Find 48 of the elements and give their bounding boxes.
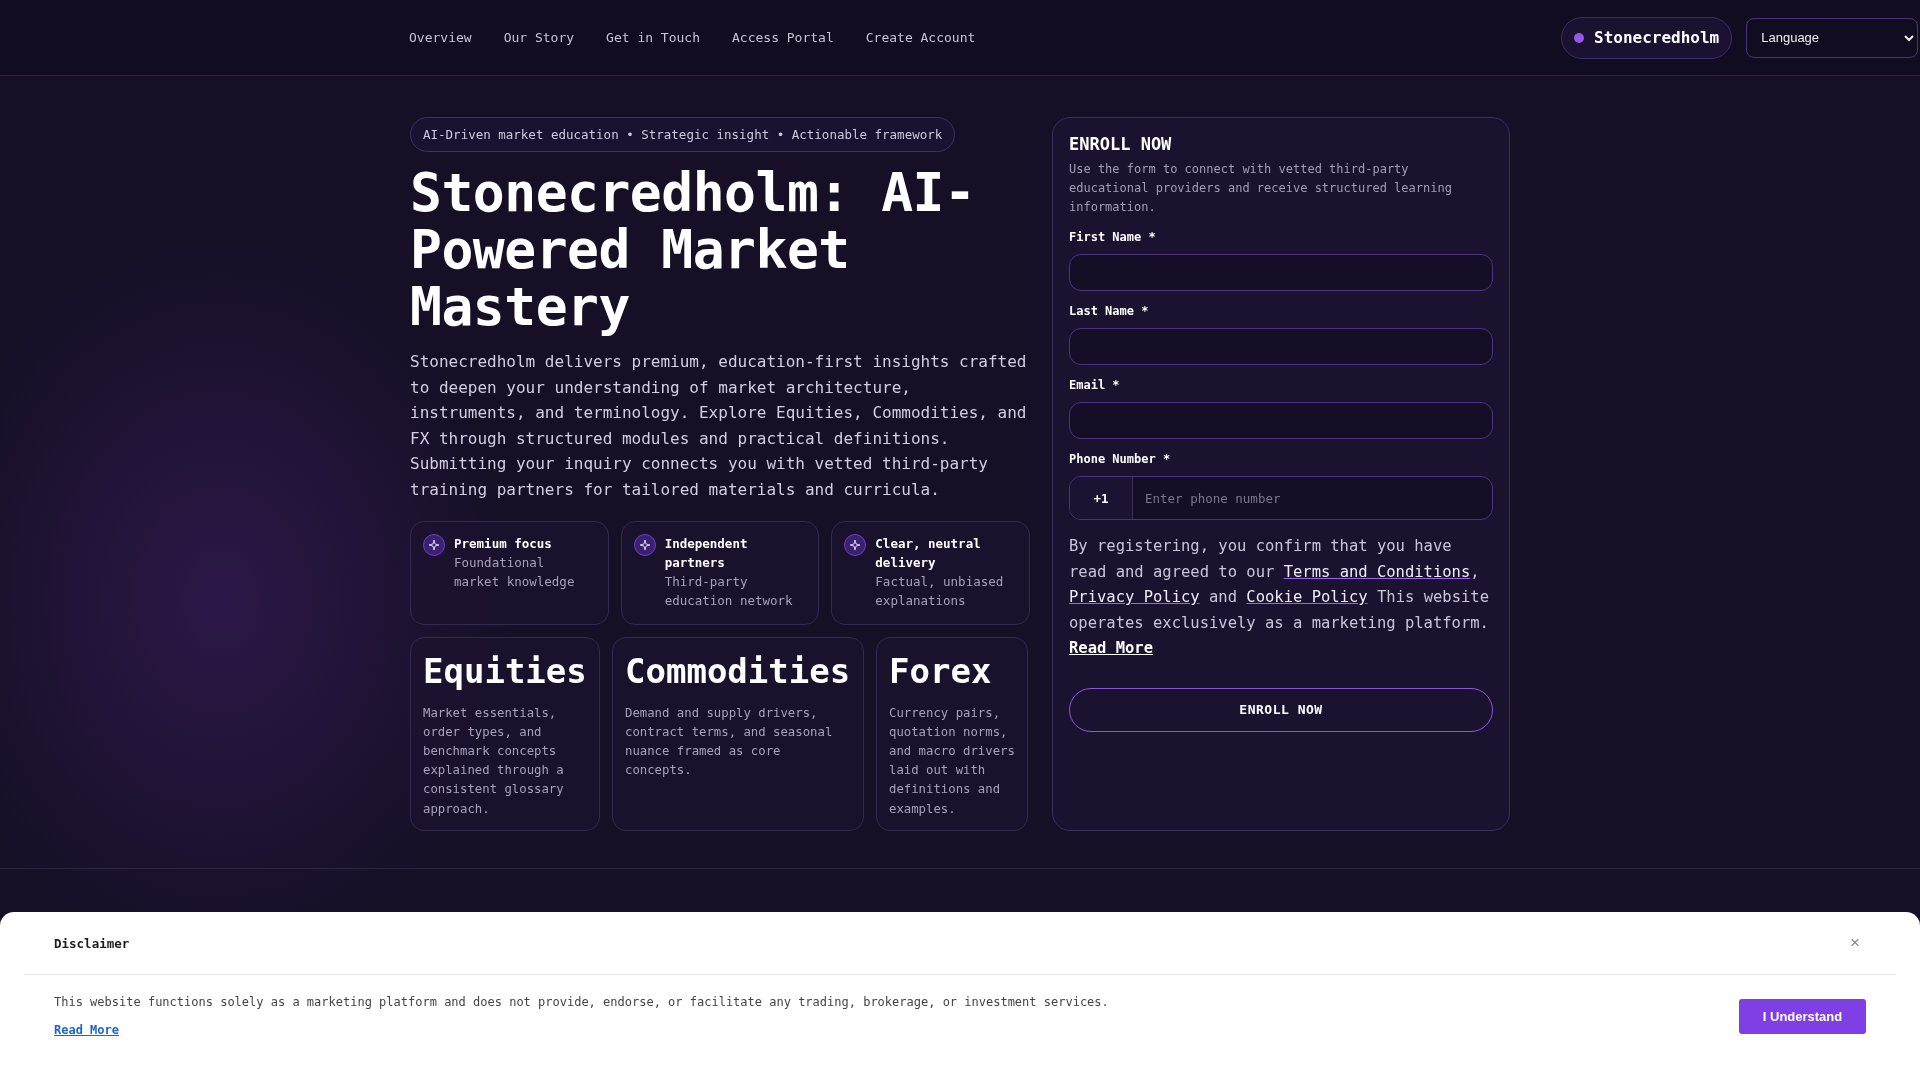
consent-text: By registering, you confirm that you have read and agreed to our Terms and Conditions, Privacy Policy and Cookie Policy This website operates exclusively as a marketing platform. Read More: [1069, 536, 1490, 660]
read-more-link[interactable]: Read More: [54, 1023, 120, 1037]
market-title: Equities: [423, 649, 587, 692]
policy-link[interactable]: Cookie Policy: [1246, 588, 1368, 607]
feature-text: Third-party education network: [664, 572, 794, 610]
field-label: Last Name *: [1069, 304, 1150, 318]
hero-title: Stonecredholm: AI-Powered Market Mastery: [410, 164, 977, 335]
sparkle-icon: [423, 533, 445, 556]
nav-link[interactable]: Create Account: [865, 30, 976, 45]
hero-intro: Stonecredholm delivers premium, education-first insights crafted to deepen your understanding of market architecture, instruments, and terminology. Explore Equities, Commodities, and FX through structured modules and practical definitions. Submitting your inquiry connects you with vetted third-party training partners for tailored materials and curricula.: [410, 351, 1028, 501]
nav-link[interactable]: Overview: [409, 30, 472, 45]
disclaimer-title: Disclaimer: [54, 935, 130, 951]
text-input-field[interactable]: [1069, 328, 1493, 365]
field-label: First Name *: [1069, 230, 1157, 244]
policy-link[interactable]: Terms and Conditions: [1283, 562, 1471, 581]
language-select[interactable]: Language: [1746, 17, 1919, 58]
sparkle-icon: [633, 533, 656, 556]
market-title: Commodities: [625, 649, 851, 692]
sparkle-icon: [844, 533, 867, 556]
market-text: Market essentials, order types, and benchmark concepts explained through a consistent glossary approach.: [423, 704, 565, 818]
understand-button[interactable]: I Understand: [1739, 999, 1866, 1034]
nav-link[interactable]: Our Story: [503, 30, 575, 45]
field-label: Phone Number *: [1069, 452, 1172, 466]
market-text: Demand and supply drivers, contract terms, and seasonal nuance framed as core concepts.: [625, 704, 834, 780]
text-input-field[interactable]: [1069, 254, 1493, 291]
form-subtitle: Use the form to connect with vetted third-party educational providers and receive structured learning information.: [1069, 161, 1453, 216]
form-title: ENROLL NOW: [1069, 134, 1173, 154]
text-input-field[interactable]: [1069, 402, 1493, 439]
feature-title: Premium focus: [454, 534, 553, 553]
brand-logo[interactable]: Stonecredholm: [1561, 16, 1733, 59]
brand-dot-icon: [1574, 32, 1584, 43]
tagline-pill: AI-Driven market education • Strategic insight • Actionable framework: [410, 117, 956, 152]
market-text: Currency pairs, quotation norms, and macro drivers laid out with definitions and examples.: [889, 704, 1015, 818]
policy-link[interactable]: Privacy Policy: [1069, 588, 1200, 607]
feature-title: Independent partners: [664, 534, 749, 572]
feature-text: Factual, unbiased explanations: [875, 572, 1005, 610]
field-label: Email *: [1069, 378, 1121, 392]
feature-text: Foundational market knowledge: [454, 553, 576, 591]
nav-link[interactable]: Access Portal: [732, 30, 834, 45]
feature-title: Clear, neutral delivery: [875, 534, 982, 572]
nav-link[interactable]: Get in Touch: [606, 30, 700, 45]
market-title: Forex: [889, 649, 993, 692]
close-button[interactable]: ×: [1844, 932, 1866, 954]
read-more-link[interactable]: Read More: [1069, 639, 1153, 658]
phone-input-field[interactable]: +1 Enter phone number: [1069, 476, 1493, 520]
country-code[interactable]: +1: [1070, 477, 1133, 519]
disclaimer-text: This website functions solely as a marketing platform and does not provide, endorse, or facilitate any trading, brokerage, or investment services.: [54, 995, 1109, 1009]
brand-name: Stonecredholm: [1594, 28, 1720, 47]
